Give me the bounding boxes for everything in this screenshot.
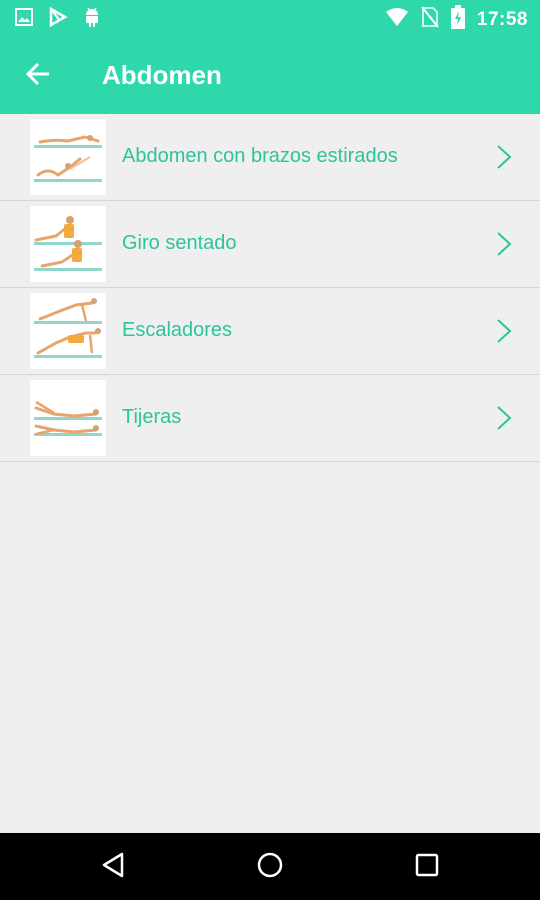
back-triangle-icon: [100, 851, 126, 884]
exercise-list: Abdomen con brazos estirados Giro sentad…: [0, 114, 540, 462]
exercise-thumbnail: [30, 206, 106, 282]
exercise-thumbnail: [30, 380, 106, 456]
no-sim-icon: [421, 6, 439, 33]
status-time: 17:58: [476, 8, 528, 30]
status-notifications: [14, 6, 102, 33]
list-item[interactable]: Abdomen con brazos estirados: [0, 114, 540, 201]
nav-recents-button[interactable]: [411, 851, 443, 883]
play-store-icon: [48, 6, 68, 32]
page-title: Abdomen: [102, 60, 222, 90]
app-bar: Abdomen: [0, 36, 540, 114]
nav-home-button[interactable]: [254, 851, 286, 883]
list-item[interactable]: Tijeras: [0, 375, 540, 462]
chevron-right-icon: [496, 144, 512, 170]
image-icon: [14, 7, 34, 32]
wifi-icon: [385, 7, 409, 32]
list-item[interactable]: Giro sentado: [0, 201, 540, 288]
nav-back-button[interactable]: [97, 851, 129, 883]
status-system: 17:58: [385, 5, 528, 34]
chevron-right-icon: [496, 231, 512, 257]
exercise-thumbnail: [30, 119, 106, 195]
status-bar: 17:58: [0, 0, 540, 36]
exercise-thumbnail: [30, 293, 106, 369]
back-button[interactable]: [20, 58, 56, 94]
back-arrow-icon: [25, 61, 51, 92]
list-item[interactable]: Escaladores: [0, 288, 540, 375]
exercise-label: Abdomen con brazos estirados: [122, 145, 398, 167]
battery-charging-icon: [450, 5, 465, 34]
exercise-label: Escaladores: [122, 319, 233, 341]
navigation-bar: [0, 833, 540, 900]
chevron-right-icon: [496, 318, 512, 344]
chevron-right-icon: [496, 405, 512, 431]
exercise-label: Tijeras: [122, 406, 182, 428]
exercise-label: Giro sentado: [122, 232, 237, 254]
recents-square-icon: [414, 852, 440, 883]
home-circle-icon: [256, 851, 284, 884]
android-icon: [82, 6, 102, 33]
